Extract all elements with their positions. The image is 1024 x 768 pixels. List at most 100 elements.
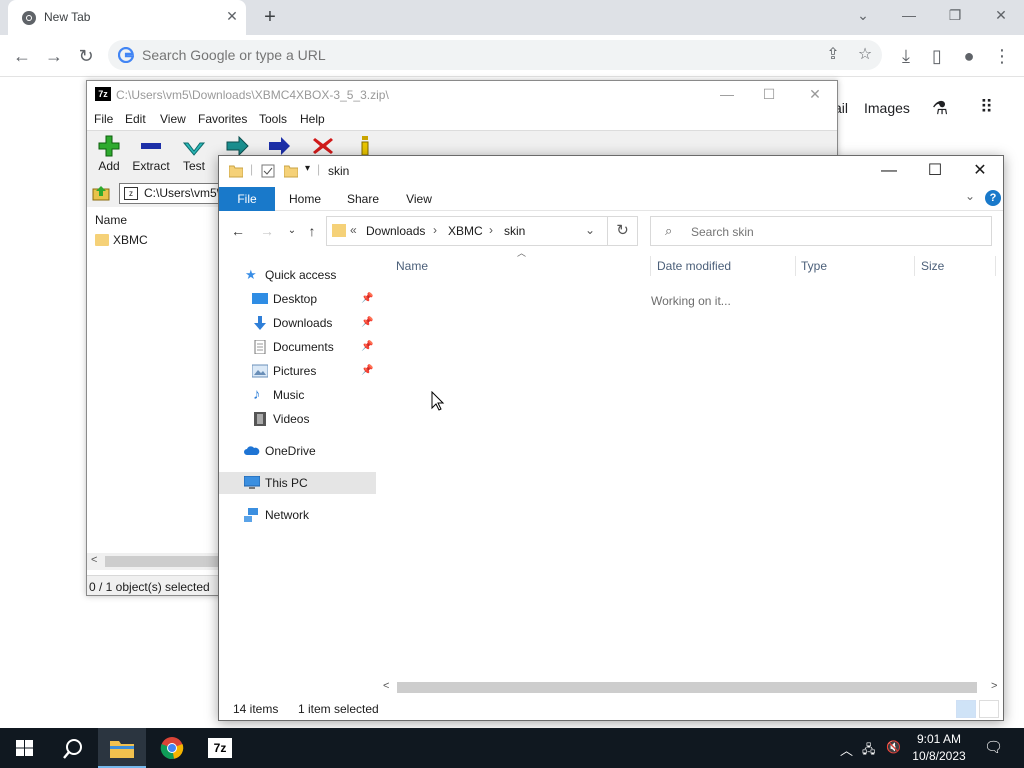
share-icon[interactable]: ⇪ [822, 44, 844, 66]
add-button[interactable]: Add [87, 135, 131, 179]
menu-tools[interactable]: Tools [259, 112, 287, 126]
nav-onedrive[interactable]: OneDrive [219, 440, 376, 462]
up-icon[interactable]: ↑ [302, 221, 322, 241]
bookmark-star-icon[interactable]: ☆ [854, 44, 876, 66]
nav-downloads[interactable]: Downloads 📌 [219, 312, 376, 334]
labs-flask-icon[interactable]: ⚗ [932, 98, 948, 119]
explorer-search-box[interactable]: ⌕ [650, 216, 992, 246]
customize-qat-icon[interactable]: ▾ [305, 163, 310, 174]
menu-edit[interactable]: Edit [125, 112, 146, 126]
new-folder-icon[interactable] [284, 164, 298, 178]
column-size[interactable]: Size [921, 259, 944, 273]
up-folder-icon[interactable] [92, 184, 110, 202]
menu-help[interactable]: Help [300, 112, 325, 126]
recent-locations-icon[interactable]: ⌄ [282, 221, 302, 241]
network-tray-icon[interactable]: 🖧 [862, 740, 875, 761]
breadcrumb-chevron-icon[interactable]: › [489, 223, 493, 237]
nav-music[interactable]: ♪ Music [219, 384, 376, 406]
expand-ribbon-icon[interactable]: ⌄ [965, 189, 975, 203]
properties-icon[interactable] [261, 164, 275, 178]
notifications-icon[interactable]: 🗨 [984, 738, 1003, 756]
omnibox[interactable]: ⇪ ☆ [108, 40, 882, 70]
column-name[interactable]: Name [396, 259, 428, 273]
search-button[interactable] [48, 728, 96, 768]
back-icon[interactable]: ← [228, 221, 248, 241]
nav-network[interactable]: Network [219, 504, 376, 526]
menu-file[interactable]: File [94, 112, 113, 126]
column-divider[interactable] [650, 256, 651, 276]
omnibox-input[interactable] [142, 45, 782, 65]
column-date-modified[interactable]: Date modified [657, 259, 731, 273]
ribbon-tab-share[interactable]: Share [340, 187, 386, 211]
sevenzip-minimize-button[interactable]: — [707, 83, 747, 105]
explorer-horizontal-scrollbar[interactable]: < > [379, 679, 1003, 696]
column-divider[interactable] [795, 256, 796, 276]
forward-icon[interactable]: → [257, 221, 277, 241]
ribbon-tab-file[interactable]: File [219, 187, 275, 211]
nav-this-pc[interactable]: This PC [219, 472, 376, 494]
breadcrumb-downloads[interactable]: Downloads [366, 224, 425, 238]
scroll-left-icon[interactable]: < [383, 680, 389, 692]
nav-pictures[interactable]: Pictures 📌 [219, 360, 376, 382]
column-type[interactable]: Type [801, 259, 827, 273]
new-tab-button[interactable]: + [258, 6, 282, 30]
help-icon[interactable]: ? [985, 190, 1001, 206]
sevenzip-maximize-button[interactable]: ☐ [749, 83, 789, 105]
test-button[interactable]: Test [172, 135, 216, 179]
column-divider[interactable] [914, 256, 915, 276]
close-tab-icon[interactable]: ✕ [224, 8, 240, 24]
chrome-tab-new-tab[interactable]: New Tab ✕ [8, 0, 246, 35]
list-item[interactable]: XBMC [95, 233, 148, 249]
ntp-images-link[interactable]: Images [864, 100, 910, 116]
explorer-maximize-button[interactable]: ☐ [912, 156, 958, 186]
taskbar-chrome[interactable] [148, 728, 196, 768]
breadcrumb-chevron-icon[interactable]: › [433, 223, 437, 237]
ribbon-tab-home[interactable]: Home [281, 187, 329, 211]
extract-button[interactable]: Extract [129, 135, 173, 179]
breadcrumb-xbmc[interactable]: XBMC [448, 224, 483, 238]
forward-icon[interactable]: → [43, 45, 65, 67]
apps-grid-icon[interactable]: ⠿ [980, 97, 993, 118]
nav-documents[interactable]: Documents 📌 [219, 336, 376, 358]
back-icon[interactable]: ← [11, 45, 33, 67]
scroll-right-icon[interactable]: > [991, 680, 997, 692]
sevenzip-column-name[interactable]: Name [95, 213, 127, 227]
side-panel-icon[interactable]: ▯ [926, 45, 948, 67]
tab-search-icon[interactable]: ⌄ [845, 4, 881, 28]
download-icon[interactable]: ⤓ [895, 45, 917, 67]
menu-favorites[interactable]: Favorites [198, 112, 247, 126]
ribbon-tab-view[interactable]: View [397, 187, 441, 211]
breadcrumb-skin[interactable]: skin [504, 224, 525, 238]
chrome-restore-button[interactable]: ❐ [937, 4, 973, 28]
scroll-left-icon[interactable]: < [91, 554, 97, 566]
breadcrumb-overflow[interactable]: « [350, 223, 357, 237]
explorer-minimize-button[interactable]: — [866, 156, 912, 186]
scroll-thumb[interactable] [105, 556, 225, 567]
taskbar-file-explorer[interactable] [98, 728, 146, 768]
sevenzip-close-button[interactable]: ✕ [795, 83, 835, 105]
start-button[interactable] [0, 728, 48, 768]
show-hidden-icons-icon[interactable]: ︿ [840, 740, 853, 759]
address-dropdown-icon[interactable]: ⌄ [585, 223, 595, 237]
chrome-minimize-button[interactable]: — [891, 4, 927, 28]
column-divider[interactable] [995, 256, 996, 276]
system-clock[interactable]: 9:01 AM 10/8/2023 [906, 731, 972, 765]
volume-muted-icon[interactable]: 🔇 [886, 740, 901, 754]
taskbar-7zip[interactable]: 7z [196, 728, 244, 768]
list-item-label: XBMC [113, 233, 148, 247]
profile-avatar-icon[interactable]: ● [958, 45, 980, 67]
search-input[interactable] [691, 223, 971, 241]
nav-desktop[interactable]: Desktop 📌 [219, 288, 376, 310]
menu-view[interactable]: View [160, 112, 186, 126]
explorer-address-bar[interactable]: « Downloads › XBMC › skin ⌄ [326, 216, 608, 246]
scroll-thumb[interactable] [397, 682, 977, 693]
explorer-close-button[interactable]: ✕ [957, 156, 1003, 186]
nav-videos[interactable]: Videos [219, 408, 376, 430]
reload-icon[interactable]: ↻ [75, 45, 97, 67]
chrome-menu-icon[interactable]: ⋮ [991, 45, 1013, 67]
refresh-icon[interactable]: ↻ [608, 216, 638, 246]
details-view-icon[interactable] [956, 700, 976, 718]
nav-quick-access[interactable]: ★ Quick access [219, 264, 376, 286]
large-icons-view-icon[interactable] [979, 700, 999, 718]
chrome-close-button[interactable]: ✕ [983, 4, 1019, 28]
